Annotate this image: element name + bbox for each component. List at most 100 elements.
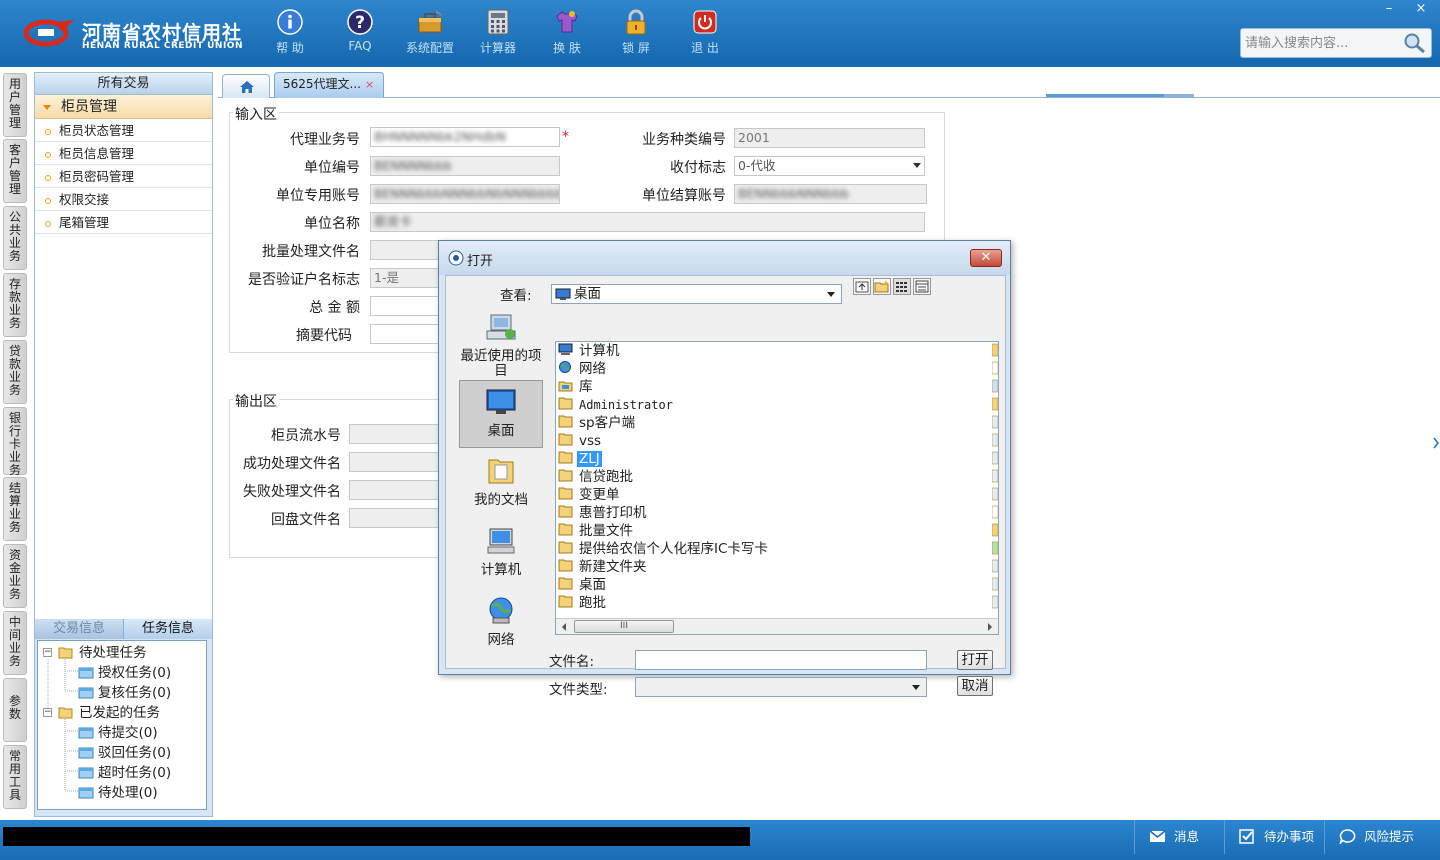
list-item-cash-box[interactable]: 尾箱管理 — [35, 211, 212, 234]
file-item-vss[interactable]: vss — [558, 432, 603, 450]
folder-icon — [558, 415, 573, 428]
search-box[interactable] — [1240, 28, 1432, 58]
close-tab-icon[interactable]: × — [365, 78, 374, 91]
vtab-bank-card-business[interactable]: 银行卡业务 — [3, 407, 27, 477]
file-item-administrator[interactable]: Administrator — [558, 396, 675, 414]
risk-alert-button[interactable]: 风险提示 — [1324, 820, 1434, 854]
help-button[interactable]: 帮 助 — [258, 8, 322, 62]
scrollbar-thumb[interactable]: III — [574, 620, 674, 633]
file-item-ic-card-writer[interactable]: 提供给农信个人化程序IC卡写卡 — [558, 540, 770, 558]
unit-account-input[interactable]: BENNNbbbNNNbbNbNNNbbbbN — [370, 184, 560, 204]
list-item-permission-handover[interactable]: 权限交接 — [35, 188, 212, 211]
vtab-loan-business[interactable]: 贷款业务 — [3, 340, 27, 404]
file-item-computer[interactable]: 计算机 — [558, 342, 622, 360]
place-network[interactable]: 网络 — [459, 596, 543, 652]
faq-button[interactable]: ? FAQ — [328, 8, 392, 62]
vtab-funds-business[interactable]: 资金业务 — [3, 544, 27, 608]
vtab-public-business[interactable]: 公共业务 — [3, 206, 27, 270]
file-item-desktop[interactable]: 桌面 — [558, 576, 608, 594]
verify-flag-select[interactable]: 1-是 — [370, 268, 440, 288]
open-button[interactable]: 打开 — [957, 650, 993, 670]
collapse-icon[interactable]: − — [43, 648, 52, 657]
file-item-library[interactable]: 库 — [558, 378, 595, 396]
list-item-teller-info[interactable]: 柜员信息管理 — [35, 142, 212, 165]
tab-task-info[interactable]: 任务信息 — [123, 619, 212, 639]
file-item-credit-batch[interactable]: 信贷跑批 — [558, 468, 635, 486]
vtab-intermediary-business[interactable]: 中间业务 — [3, 611, 27, 675]
vtab-common-tools[interactable]: 常用工具 — [3, 745, 27, 809]
list-item-teller-status[interactable]: 柜员状态管理 — [35, 119, 212, 142]
tree-node-pending-tasks[interactable]: − 待处理任务 — [38, 643, 206, 663]
file-item-batch-files[interactable]: 批量文件 — [558, 522, 635, 540]
file-item-network[interactable]: 网络 — [558, 360, 608, 378]
tree-label: 复核任务(0) — [98, 685, 172, 701]
teller-management-group[interactable]: 柜员管理 — [35, 95, 212, 119]
exit-button[interactable]: 退 出 — [673, 8, 737, 62]
horizontal-scrollbar[interactable]: III — [556, 618, 998, 634]
agent-biz-no-input[interactable]: BHNNNNNbk2NHdbN — [370, 127, 560, 147]
tree-node-to-submit[interactable]: 待提交(0) — [38, 723, 206, 743]
unit-name-input[interactable]: 薪资卡 — [370, 212, 925, 232]
unit-no-input[interactable]: BENNNNbbb — [370, 156, 560, 176]
settle-account-input[interactable]: BENNbbbNNNbbb — [734, 184, 927, 204]
summary-code-input[interactable] — [370, 324, 440, 344]
file-type-select[interactable] — [635, 677, 927, 697]
file-item-change-order[interactable]: 变更单 — [558, 486, 622, 504]
total-amount-input[interactable] — [370, 296, 440, 316]
tab-transaction-info[interactable]: 交易信息 — [35, 619, 123, 639]
vtab-user-management[interactable]: 用户管理 — [3, 73, 27, 137]
lock-screen-button[interactable]: 锁 屏 — [604, 8, 668, 62]
file-name-input[interactable] — [635, 650, 927, 670]
scroll-right-icon[interactable] — [986, 622, 994, 632]
list-item-teller-password[interactable]: 柜员密码管理 — [35, 165, 212, 188]
place-computer[interactable]: 计算机 — [459, 526, 543, 582]
cancel-button[interactable]: 取消 — [957, 676, 993, 696]
home-tab[interactable] — [222, 74, 270, 98]
place-recent-items[interactable]: 最近使用的项目 — [459, 312, 543, 379]
list-view-button[interactable] — [893, 278, 911, 295]
system-config-button[interactable]: 系统配置 — [398, 8, 462, 62]
details-view-button[interactable] — [913, 278, 931, 295]
recent-items-icon — [486, 314, 516, 340]
chevron-down-icon — [913, 163, 921, 168]
tree-node-rejected[interactable]: 驳回任务(0) — [38, 743, 206, 763]
up-folder-button[interactable] — [853, 278, 871, 295]
collapse-icon[interactable]: − — [43, 708, 52, 717]
tree-node-timeout[interactable]: 超时任务(0) — [38, 763, 206, 783]
file-item-hp-printer[interactable]: 惠普打印机 — [558, 504, 649, 522]
vtab-deposit-business[interactable]: 存款业务 — [3, 273, 27, 337]
vtab-settlement-business[interactable]: 结算业务 — [3, 477, 27, 541]
batch-file-input[interactable] — [370, 240, 440, 260]
scroll-left-icon[interactable] — [560, 622, 568, 632]
vtab-parameters[interactable]: 参数 — [3, 678, 27, 742]
todo-items-button[interactable]: 待办事项 — [1224, 820, 1324, 854]
messages-button[interactable]: 消息 — [1134, 820, 1224, 854]
file-item-sp-client[interactable]: sp客户端 — [558, 414, 637, 432]
folder-icon — [78, 747, 94, 759]
close-window-button[interactable]: × — [1406, 0, 1436, 18]
calculator-button[interactable]: 计算器 — [466, 8, 530, 62]
biz-type-no-input[interactable]: 2001 — [734, 128, 925, 148]
file-item-new-folder[interactable]: 新建文件夹 — [558, 558, 649, 576]
tree-node-initiated-tasks[interactable]: − 已发起的任务 — [38, 703, 206, 723]
close-dialog-button[interactable]: ✕ — [970, 249, 1002, 267]
look-in-select[interactable]: 桌面 — [551, 284, 842, 304]
tree-node-authorize-tasks[interactable]: 授权任务(0) — [38, 663, 206, 683]
minimize-button[interactable]: – — [1374, 0, 1404, 18]
tab-5625-agency-file[interactable]: 5625代理文... × — [274, 72, 384, 98]
file-list[interactable]: 计算机 网络 库 Administrator sp客户端 vss ZLJ 信贷跑… — [555, 341, 999, 635]
vtab-customer-management[interactable]: 客户管理 — [3, 139, 27, 203]
new-folder-button[interactable] — [873, 278, 891, 295]
place-my-documents[interactable]: 我的文档 — [459, 456, 543, 512]
change-skin-button[interactable]: 换 肤 — [535, 8, 599, 62]
dialog-title-bar[interactable]: 打开 ✕ — [439, 241, 1010, 275]
place-desktop[interactable]: 桌面 — [459, 380, 543, 448]
tree-node-review-tasks[interactable]: 复核任务(0) — [38, 683, 206, 703]
pay-flag-select[interactable]: 0-代收 — [734, 156, 925, 176]
file-item-batch-run[interactable]: 跑批 — [558, 594, 608, 612]
expand-arrow-icon[interactable] — [1432, 432, 1440, 454]
search-input[interactable] — [1241, 29, 1401, 57]
search-icon[interactable] — [1403, 32, 1427, 54]
tree-node-to-process[interactable]: 待处理(0) — [38, 783, 206, 803]
file-item-zlj[interactable]: ZLJ — [558, 450, 602, 468]
